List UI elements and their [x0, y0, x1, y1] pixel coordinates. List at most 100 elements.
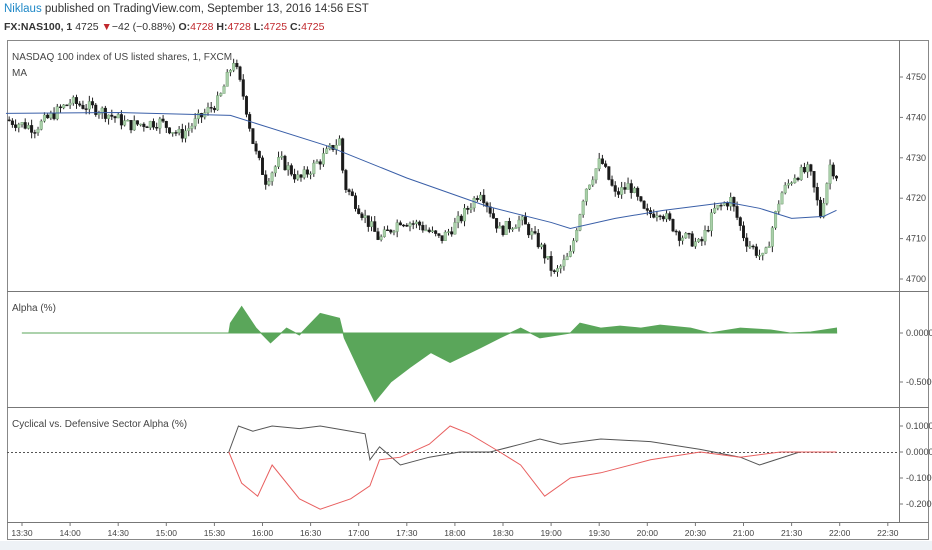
candle-body [270, 172, 274, 182]
candle-body [584, 188, 588, 202]
candle-body [289, 165, 293, 175]
candle-body [17, 124, 21, 128]
candle-body [212, 107, 216, 111]
candle-body [113, 116, 117, 119]
candle-body [363, 215, 367, 218]
candle-body [353, 195, 357, 209]
candle-body [30, 125, 34, 133]
candle-body [796, 177, 800, 180]
time-tick-label: 20:00 [637, 528, 659, 538]
candle-body [719, 204, 723, 207]
chart-canvas[interactable]: NASDAQ 100 index of US listed shares, 1,… [0, 0, 932, 550]
candle-body [360, 213, 364, 218]
price-tick-label: 4720 [906, 193, 926, 203]
cyclical-tick-label: 0.0000 [906, 447, 932, 457]
candle-body [806, 164, 810, 173]
candle-body [302, 169, 306, 178]
candle-body [655, 215, 659, 218]
candle-body [39, 120, 43, 130]
time-tick-label: 22:00 [829, 528, 851, 538]
candle-body [533, 231, 537, 234]
candle-body [84, 108, 88, 110]
candle-body [190, 125, 194, 129]
candle-body [479, 194, 483, 200]
time-tick-label: 22:30 [877, 528, 899, 538]
ma-legend: MA [12, 68, 27, 79]
candle-body [600, 158, 604, 164]
candle-body [389, 229, 393, 233]
candle-body [309, 173, 313, 175]
time-tick-label: 18:00 [444, 528, 466, 538]
candle-body [126, 120, 130, 122]
candle-body [386, 229, 390, 232]
candle-body [344, 170, 348, 190]
candle-body [184, 130, 188, 139]
candle-body [158, 118, 162, 129]
candle-body [581, 201, 585, 215]
candle-body [623, 187, 627, 190]
candle-body [235, 63, 239, 68]
candle-body [430, 230, 434, 233]
candle-body [687, 233, 691, 235]
candle-body [546, 256, 550, 259]
candle-body [751, 245, 755, 248]
candle-body [427, 229, 431, 233]
candle-body [626, 183, 630, 190]
cyclical-tick-label: -0.1000 [906, 473, 932, 483]
candle-body [36, 129, 40, 133]
candle-body [26, 125, 30, 129]
time-tick-label: 16:00 [252, 528, 274, 538]
candle-body [283, 155, 287, 171]
candle-body [834, 175, 838, 179]
candle-body [110, 114, 114, 117]
candle-body [373, 221, 377, 232]
candle-body [174, 132, 178, 134]
candle-body [155, 127, 159, 129]
candle-body [831, 164, 835, 177]
candle-body [575, 230, 579, 241]
candle-body [366, 215, 370, 227]
candle-body [777, 203, 781, 212]
candle-body [610, 179, 614, 186]
candle-body [52, 112, 56, 120]
candle-body [273, 166, 277, 174]
candle-body [321, 153, 325, 165]
candle-body [62, 104, 66, 109]
candle-body [20, 122, 24, 125]
candle-body [434, 230, 438, 234]
candle-body [629, 183, 633, 193]
candle-body [632, 187, 636, 193]
candle-body [822, 203, 826, 218]
candle-body [597, 158, 601, 169]
candle-body [139, 123, 143, 126]
candle-body [437, 233, 441, 236]
cyclical-pane-title: Cyclical vs. Defensive Sector Alpha (%) [12, 419, 187, 430]
candle-body [107, 114, 111, 119]
candle-body [514, 227, 518, 229]
candle-body [722, 202, 726, 206]
candle-body [706, 230, 710, 232]
candle-body [177, 129, 181, 134]
candle-body [219, 93, 223, 96]
candle-body [161, 118, 165, 122]
candle-body [241, 79, 245, 97]
candle-body [46, 114, 50, 119]
price-tick-label: 4710 [906, 234, 926, 244]
candle-body [818, 199, 822, 218]
candle-body [244, 96, 248, 115]
candle-body [725, 202, 729, 207]
candle-body [578, 214, 582, 231]
candle-body [559, 265, 563, 269]
candle-body [530, 231, 534, 236]
candle-body [783, 184, 787, 194]
candle-body [341, 138, 345, 171]
price-tick-label: 4730 [906, 153, 926, 163]
alpha-pane-title: Alpha (%) [12, 303, 56, 314]
candle-body [738, 217, 742, 226]
candle-body [802, 167, 806, 173]
candle-body [754, 246, 758, 256]
candle-body [475, 198, 479, 200]
candle-body [770, 227, 774, 247]
candle-body [216, 95, 220, 111]
candle-body [539, 244, 543, 248]
